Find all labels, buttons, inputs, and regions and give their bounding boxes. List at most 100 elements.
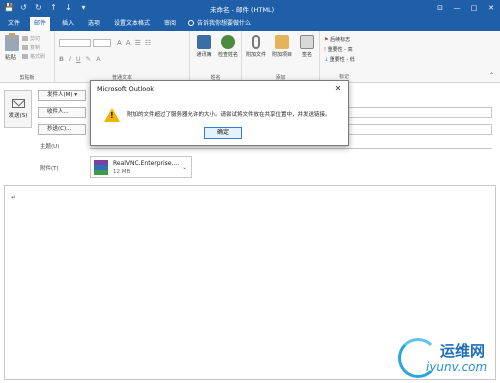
- subject-label: 主题(U): [40, 144, 60, 150]
- shrink-font-icon[interactable]: A: [126, 39, 131, 47]
- follow-up-label: 后续标志: [330, 37, 351, 43]
- window-controls: ⊡ — □ ✕: [433, 2, 498, 14]
- warning-icon: !: [104, 108, 120, 122]
- format-painter-button[interactable]: 格式刷: [22, 53, 45, 60]
- cc-button[interactable]: 抄送(C)...: [38, 124, 86, 135]
- underline-icon[interactable]: U: [76, 55, 81, 63]
- attach-item-label: 附加项目: [271, 52, 292, 58]
- quick-access-toolbar: 💾 ↺ ↻ ↑ ↓ ▾: [4, 3, 88, 13]
- attach-file-button[interactable]: 附加文件: [244, 35, 268, 58]
- minimize-button[interactable]: —: [450, 2, 464, 14]
- send-button[interactable]: 发送(S): [4, 90, 32, 128]
- tags-group-label: 标记: [338, 74, 349, 80]
- archive-file-icon: [94, 160, 108, 175]
- lightbulb-icon: [188, 20, 194, 26]
- outlook-dialog: Microsoft Outlook ✕ ! 附加的文件超过了服务器允许的大小。请…: [90, 80, 349, 146]
- tab-file[interactable]: 文件: [4, 17, 24, 31]
- send-label: 发送(S): [8, 113, 28, 119]
- attachment-name: RealVNC.Enterprise....: [113, 160, 180, 167]
- attach-item-button[interactable]: 附加项目: [270, 35, 294, 58]
- bullets-icon[interactable]: ☰: [135, 39, 141, 47]
- tell-me-search[interactable]: 告诉我你想要做什么: [188, 17, 251, 31]
- ribbon-display-icon[interactable]: ⊡: [433, 2, 447, 14]
- check-names-icon: [221, 35, 235, 49]
- send-icon: [11, 99, 25, 108]
- dialog-title: Microsoft Outlook: [97, 85, 154, 93]
- ribbon-tabs: 文件 邮件 插入 选项 设置文本格式 审阅 告诉我你想要做什么: [0, 17, 500, 31]
- font-size-buttons: A A ☰ ☷: [117, 39, 151, 47]
- address-book-icon: [197, 35, 211, 49]
- customize-qat-icon[interactable]: ▾: [79, 3, 88, 13]
- attached-label: 附件(T): [40, 166, 59, 172]
- address-book-button[interactable]: 通讯簿: [194, 35, 214, 58]
- font-name-select[interactable]: [59, 39, 91, 47]
- paste-icon[interactable]: [5, 33, 19, 51]
- window-title: 未命名 - 邮件 (HTML): [210, 6, 275, 14]
- tab-format-text[interactable]: 设置文本格式: [110, 17, 154, 31]
- watermark-logo: 运维网 iyunv.com: [396, 334, 496, 380]
- address-book-label: 通讯簿: [196, 52, 212, 58]
- maximize-button[interactable]: □: [467, 2, 481, 14]
- signature-icon: [300, 35, 314, 49]
- chevron-down-icon[interactable]: ⌄: [182, 164, 187, 171]
- high-importance-label: 重要性 - 高: [327, 47, 353, 53]
- check-names-label: 检查姓名: [217, 52, 238, 58]
- ribbon: 粘贴 剪切 复制 格式刷 剪贴板 A A ☰ ☷ B I U ✎ A 普通文本 …: [0, 31, 500, 83]
- cut-label: 剪切: [30, 36, 41, 42]
- watermark-cn: 运维网: [440, 342, 486, 360]
- to-button[interactable]: 收件人...: [38, 107, 86, 118]
- copy-label: 复制: [30, 45, 41, 51]
- paste-button[interactable]: 粘贴: [5, 53, 16, 61]
- clipboard-group: 粘贴 剪切 复制 格式刷 剪贴板: [0, 31, 55, 83]
- include-group: 附加文件 附加项目 签名 添加: [242, 31, 320, 83]
- dialog-message: 附加的文件超过了服务器允许的大小。请尝试将文件放在共享位置中，并发送链接。: [127, 112, 331, 118]
- tab-message[interactable]: 邮件: [30, 17, 51, 31]
- undo-icon[interactable]: ↺: [19, 3, 28, 13]
- check-names-button[interactable]: 检查姓名: [216, 35, 240, 58]
- scissors-icon: [22, 36, 28, 41]
- ok-button[interactable]: 确定: [204, 127, 242, 139]
- brush-icon: [22, 54, 28, 59]
- paperclip-icon: [252, 35, 260, 49]
- low-importance-button[interactable]: ↓ 重要性 - 低: [324, 56, 355, 63]
- tell-me-text: 告诉我你想要做什么: [197, 20, 252, 27]
- high-importance-button[interactable]: ! 重要性 - 高: [324, 46, 353, 53]
- bold-italic-underline: B I U ✎ A: [59, 55, 101, 63]
- copy-button[interactable]: 复制: [22, 44, 40, 51]
- from-button[interactable]: 发件人(M) ▾: [38, 90, 86, 101]
- save-icon[interactable]: 💾: [4, 3, 14, 13]
- tab-insert[interactable]: 插入: [58, 17, 78, 31]
- signature-label: 签名: [301, 52, 312, 58]
- attach-file-label: 附加文件: [245, 52, 266, 58]
- attachment-size: 12 MB: [113, 169, 131, 175]
- close-button[interactable]: ✕: [484, 2, 498, 14]
- down-arrow-icon[interactable]: ↓: [64, 3, 73, 13]
- copy-icon: [22, 45, 28, 50]
- follow-up-button[interactable]: ⚑ 后续标志: [324, 36, 350, 43]
- clipboard-group-label: 剪贴板: [19, 75, 35, 81]
- collapse-ribbon-icon[interactable]: ⌃: [489, 72, 494, 79]
- paragraph-mark: ↵: [11, 194, 17, 201]
- watermark-en: iyunv.com: [426, 360, 488, 374]
- italic-icon[interactable]: I: [69, 55, 71, 63]
- numbering-icon[interactable]: ☷: [145, 39, 151, 47]
- format-painter-label: 格式刷: [30, 54, 46, 60]
- up-arrow-icon[interactable]: ↑: [49, 3, 58, 13]
- bold-icon[interactable]: B: [59, 55, 64, 63]
- font-color-icon[interactable]: A: [96, 55, 100, 63]
- highlight-icon[interactable]: ✎: [86, 55, 91, 63]
- tab-options[interactable]: 选项: [84, 17, 104, 31]
- tab-review[interactable]: 审阅: [160, 17, 180, 31]
- redo-icon[interactable]: ↻: [34, 3, 43, 13]
- signature-button[interactable]: 签名: [296, 35, 318, 58]
- low-importance-label: 重要性 - 低: [329, 57, 355, 63]
- basic-text-group: A A ☰ ☷ B I U ✎ A 普通文本: [55, 31, 190, 83]
- attachment-card[interactable]: RealVNC.Enterprise.... 12 MB ⌄: [90, 156, 192, 178]
- font-size-select[interactable]: [93, 39, 111, 47]
- dialog-close-button[interactable]: ✕: [332, 83, 344, 95]
- names-group: 通讯簿 检查姓名 姓名: [190, 31, 242, 83]
- title-bar: 💾 ↺ ↻ ↑ ↓ ▾ 未命名 - 邮件 (HTML) ⊡ — □ ✕: [0, 0, 500, 17]
- cut-button[interactable]: 剪切: [22, 35, 40, 42]
- envelope-icon: [275, 35, 289, 49]
- grow-font-icon[interactable]: A: [117, 39, 122, 47]
